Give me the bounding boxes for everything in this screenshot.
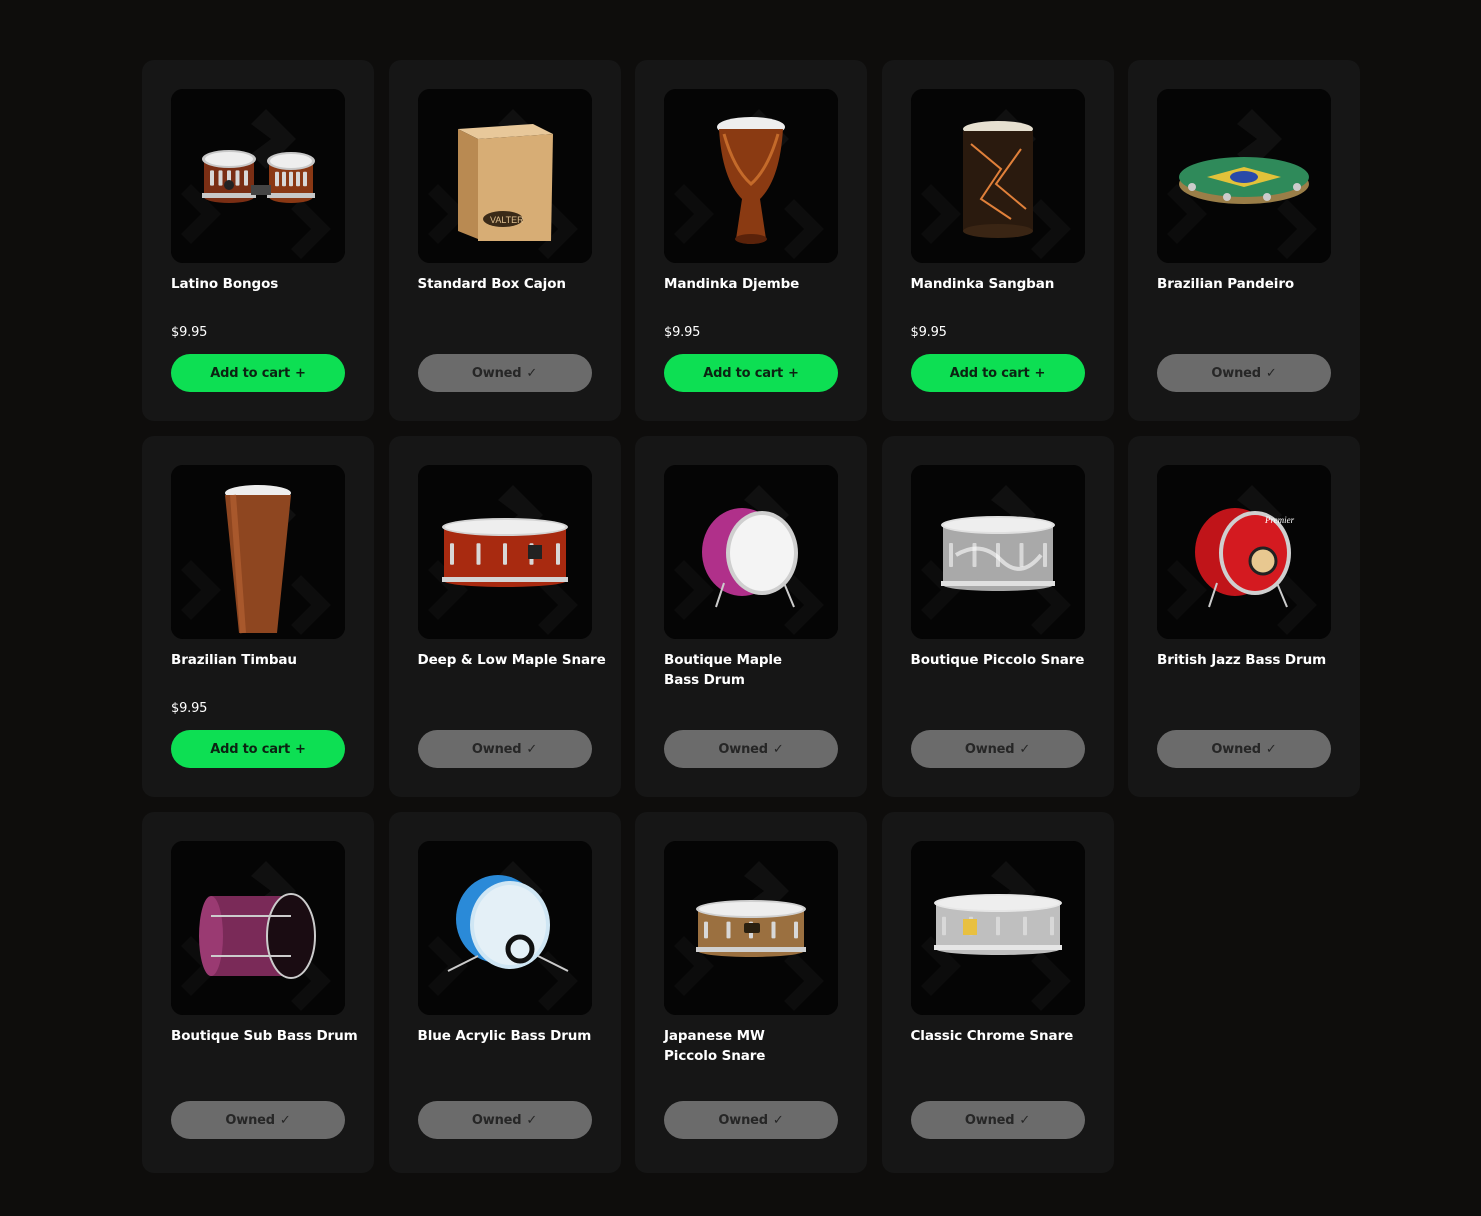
- owned-button[interactable]: Owned ✓: [910, 1101, 1085, 1139]
- product-card: Boutique Maple Bass Drum Owned ✓: [635, 436, 867, 797]
- product-title: Boutique Maple Bass Drum: [664, 652, 782, 688]
- product-title: Mandinka Sangban: [910, 276, 1055, 292]
- product-title: Classic Chrome Snare: [910, 1028, 1074, 1044]
- owned-label: Owned: [964, 1112, 1015, 1128]
- owned-button[interactable]: Owned ✓: [171, 1101, 345, 1139]
- product-card: Mandinka Djembe $9.95 Add to cart +: [635, 60, 867, 421]
- checkmark-icon: ✓: [772, 1112, 784, 1128]
- checkmark-icon: ✓: [1019, 741, 1031, 757]
- add-to-cart-label: Add to cart: [949, 365, 1030, 381]
- add-to-cart-button[interactable]: Add to cart +: [910, 354, 1085, 392]
- product-image[interactable]: [171, 465, 345, 639]
- owned-label: Owned: [471, 1112, 522, 1128]
- checkmark-icon: ✓: [526, 365, 538, 381]
- product-card: Brazilian Pandeiro Owned ✓: [1128, 60, 1360, 421]
- product-title: Mandinka Djembe: [664, 276, 800, 292]
- product-title: British Jazz Bass Drum: [1157, 652, 1327, 668]
- product-title: Brazilian Pandeiro: [1157, 276, 1295, 292]
- checkmark-icon: ✓: [1019, 1112, 1031, 1128]
- owned-button[interactable]: Owned ✓: [1157, 730, 1331, 768]
- product-image[interactable]: [664, 89, 838, 263]
- product-card: Boutique Piccolo Snare Owned ✓: [881, 436, 1114, 797]
- owned-label: Owned: [1211, 365, 1261, 381]
- product-title: Deep & Low Maple Snare: [417, 652, 606, 668]
- product-card: Mandinka Sangban $9.95 Add to cart +: [881, 60, 1114, 421]
- product-price: $9.95: [910, 325, 947, 340]
- product-price: $9.95: [664, 325, 701, 340]
- checkmark-icon: ✓: [526, 1112, 538, 1128]
- owned-button[interactable]: Owned ✓: [417, 1101, 592, 1139]
- product-card: Premier British Jazz Bass Drum Owned ✓: [1128, 436, 1360, 797]
- owned-button[interactable]: Owned ✓: [664, 1101, 838, 1139]
- product-image[interactable]: [910, 841, 1085, 1015]
- owned-button[interactable]: Owned ✓: [910, 730, 1085, 768]
- checkmark-icon: ✓: [1265, 365, 1277, 381]
- product-image[interactable]: [910, 89, 1085, 263]
- checkmark-icon: ✓: [526, 741, 538, 757]
- owned-button[interactable]: Owned ✓: [417, 730, 592, 768]
- product-image[interactable]: VALTER: [417, 89, 592, 263]
- product-title: Standard Box Cajon: [417, 276, 567, 292]
- add-to-cart-label: Add to cart: [703, 365, 784, 381]
- add-to-cart-button[interactable]: Add to cart +: [171, 730, 345, 768]
- owned-label: Owned: [964, 741, 1015, 757]
- owned-button[interactable]: Owned ✓: [1157, 354, 1331, 392]
- plus-icon: +: [788, 365, 799, 381]
- product-image[interactable]: [171, 841, 345, 1015]
- plus-icon: +: [295, 741, 306, 757]
- owned-button[interactable]: Owned ✓: [417, 354, 592, 392]
- product-image[interactable]: [417, 841, 592, 1015]
- product-price: $9.95: [171, 325, 208, 340]
- product-card: Boutique Sub Bass Drum Owned ✓: [142, 812, 374, 1173]
- product-card: Blue Acrylic Bass Drum Owned ✓: [388, 812, 621, 1173]
- owned-button[interactable]: Owned ✓: [664, 730, 838, 768]
- product-card: Deep & Low Maple Snare Owned ✓: [388, 436, 621, 797]
- product-card: Classic Chrome Snare Owned ✓: [881, 812, 1114, 1173]
- product-title: Boutique Piccolo Snare: [910, 652, 1085, 668]
- checkmark-icon: ✓: [1265, 741, 1277, 757]
- add-to-cart-button[interactable]: Add to cart +: [171, 354, 345, 392]
- product-image[interactable]: [417, 465, 592, 639]
- product-image[interactable]: Premier: [1157, 465, 1331, 639]
- product-image[interactable]: [664, 841, 838, 1015]
- add-to-cart-label: Add to cart: [210, 741, 291, 757]
- owned-label: Owned: [718, 741, 768, 757]
- product-grid: Latino Bongos $9.95 Add to cart + VALTER Stan…: [142, 60, 1360, 1173]
- product-card: VALTER Standard Box Cajon Owned ✓: [388, 60, 621, 421]
- owned-label: Owned: [471, 365, 522, 381]
- owned-label: Owned: [718, 1112, 768, 1128]
- product-title: Blue Acrylic Bass Drum: [417, 1028, 592, 1044]
- add-to-cart-label: Add to cart: [210, 365, 291, 381]
- checkmark-icon: ✓: [279, 1112, 291, 1128]
- svg-text:VALTER: VALTER: [490, 215, 524, 225]
- svg-text:Premier: Premier: [1264, 515, 1295, 525]
- product-card: Japanese MW Piccolo Snare Owned ✓: [635, 812, 867, 1173]
- product-title: Brazilian Timbau: [171, 652, 297, 668]
- product-price: $9.95: [171, 701, 208, 716]
- product-card: Latino Bongos $9.95 Add to cart +: [142, 60, 374, 421]
- checkmark-icon: ✓: [772, 741, 784, 757]
- plus-icon: +: [295, 365, 306, 381]
- product-image[interactable]: [1157, 89, 1331, 263]
- owned-label: Owned: [1211, 741, 1261, 757]
- owned-label: Owned: [225, 1112, 275, 1128]
- product-title: Latino Bongos: [171, 276, 279, 292]
- product-image[interactable]: [664, 465, 838, 639]
- product-image[interactable]: [171, 89, 345, 263]
- add-to-cart-button[interactable]: Add to cart +: [664, 354, 838, 392]
- product-title: Japanese MW Piccolo Snare: [664, 1028, 766, 1064]
- product-card: Brazilian Timbau $9.95 Add to cart +: [142, 436, 374, 797]
- plus-icon: +: [1034, 365, 1046, 381]
- product-image[interactable]: [910, 465, 1085, 639]
- owned-label: Owned: [471, 741, 522, 757]
- product-title: Boutique Sub Bass Drum: [171, 1028, 358, 1044]
